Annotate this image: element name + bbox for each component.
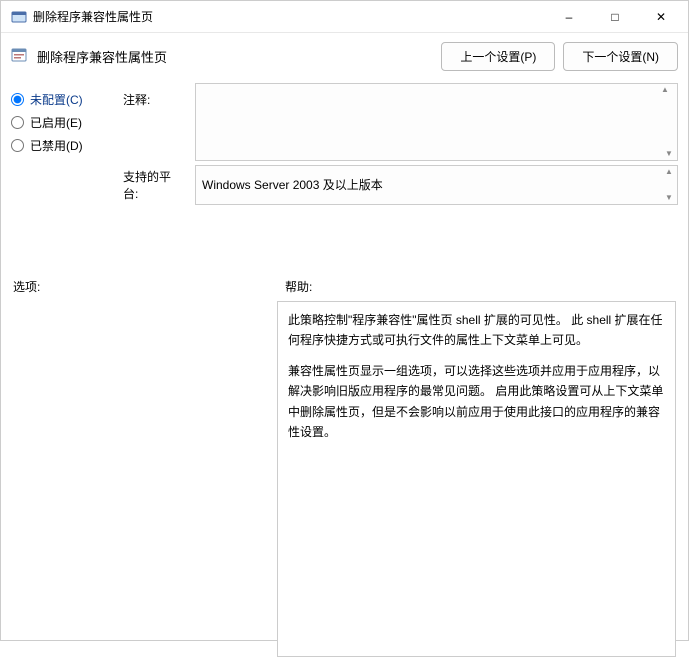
scroll-down-icon[interactable]: ▼ [661,193,677,203]
radio-disabled-label: 已禁用(D) [30,137,83,154]
supported-text: Windows Server 2003 及以上版本 [202,176,383,194]
titlebar: 删除程序兼容性属性页 – □ ✕ [1,1,688,33]
comment-label: 注释: [123,91,185,108]
radio-enabled-input[interactable] [11,116,24,129]
help-text-box: 此策略控制"程序兼容性"属性页 shell 扩展的可见性。 此 shell 扩展… [277,301,676,657]
radio-not-configured[interactable]: 未配置(C) [11,91,113,108]
header-row: 删除程序兼容性属性页 上一个设置(P) 下一个设置(N) [1,33,688,79]
minimize-button[interactable]: – [546,2,592,32]
config-area: 未配置(C) 已启用(E) 已禁用(D) 注释: 支持的平台: ▲ ▼ Wind… [1,79,688,262]
radio-not-configured-label: 未配置(C) [30,91,83,108]
state-radios: 未配置(C) 已启用(E) 已禁用(D) [11,79,113,262]
supported-label: 支持的平台: [123,168,185,202]
radio-enabled-label: 已启用(E) [30,114,82,131]
help-paragraph-1: 此策略控制"程序兼容性"属性页 shell 扩展的可见性。 此 shell 扩展… [288,310,665,351]
scroll-up-icon[interactable]: ▲ [661,167,677,177]
scroll-up-icon[interactable]: ▲ [661,85,669,95]
supported-display: Windows Server 2003 及以上版本 [195,165,678,205]
app-icon [11,9,27,25]
radio-disabled-input[interactable] [11,139,24,152]
supported-scroll: ▲ ▼ [661,167,677,203]
supported-field-wrap: Windows Server 2003 及以上版本 ▲ ▼ [195,165,678,205]
comment-scroll: ▲ ▼ [661,85,677,159]
policy-icon [11,47,29,65]
radio-not-configured-input[interactable] [11,93,24,106]
help-label: 帮助: [285,280,312,294]
close-button[interactable]: ✕ [638,2,684,32]
scroll-down-icon[interactable]: ▼ [661,149,677,159]
window-controls: – □ ✕ [546,2,684,32]
field-values: ▲ ▼ Windows Server 2003 及以上版本 ▲ ▼ [195,79,678,262]
radio-enabled[interactable]: 已启用(E) [11,114,113,131]
window-title: 删除程序兼容性属性页 [33,8,546,25]
options-label: 选项: [13,280,40,294]
next-setting-button[interactable]: 下一个设置(N) [563,42,678,71]
policy-name: 删除程序兼容性属性页 [37,47,433,66]
help-paragraph-2: 兼容性属性页显示一组选项，可以选择这些选项并应用于应用程序，以解决影响旧版应用程… [288,361,665,443]
field-labels: 注释: 支持的平台: [123,79,185,262]
radio-disabled[interactable]: 已禁用(D) [11,137,113,154]
comment-field-wrap: ▲ ▼ [195,83,678,161]
comment-input[interactable] [195,83,678,161]
section-labels: 选项: 帮助: [1,262,688,301]
maximize-button[interactable]: □ [592,2,638,32]
previous-setting-button[interactable]: 上一个设置(P) [441,42,555,71]
